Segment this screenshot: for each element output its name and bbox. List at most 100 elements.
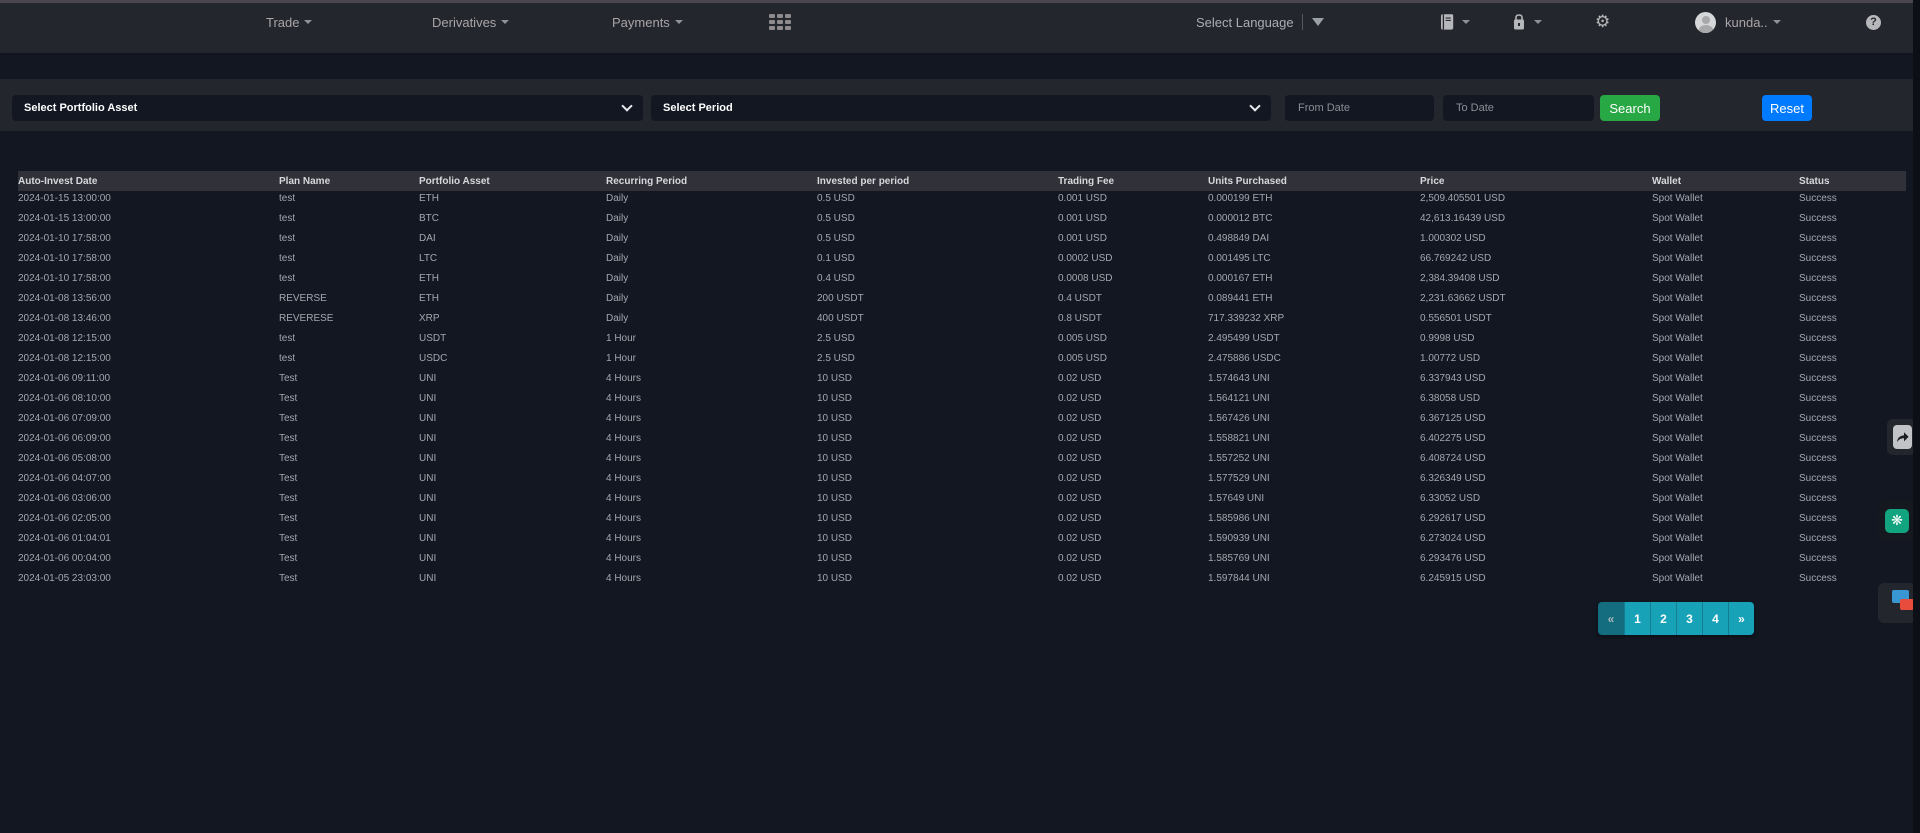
table-cell: 2024-01-06 01:04:01: [18, 531, 279, 545]
scrollbar[interactable]: [1913, 0, 1920, 833]
table-cell: UNI: [419, 371, 606, 385]
table-cell: LTC: [419, 251, 606, 265]
nav-derivatives[interactable]: Derivatives: [432, 3, 509, 41]
apps-grid-button[interactable]: [769, 3, 791, 41]
table-cell: 2024-01-06 09:11:00: [18, 371, 279, 385]
table-cell: 0.0002 USD: [1058, 251, 1208, 265]
table-cell: 2024-01-06 06:09:00: [18, 431, 279, 445]
divider: [1302, 14, 1303, 30]
table-cell: Test: [279, 431, 419, 445]
table-cell: test: [279, 211, 419, 225]
table-cell: 0.005 USD: [1058, 351, 1208, 365]
table-row: 2024-01-06 02:05:00TestUNI4 Hours10 USD0…: [18, 511, 1906, 531]
table-cell: Spot Wallet: [1652, 391, 1799, 405]
page-1-button[interactable]: 1: [1624, 602, 1650, 635]
wallet-menu[interactable]: [1509, 3, 1542, 41]
table-cell: Spot Wallet: [1652, 471, 1799, 485]
table-cell: 1.558821 UNI: [1208, 431, 1420, 445]
reset-button[interactable]: Reset: [1762, 95, 1812, 121]
table-cell: UNI: [419, 451, 606, 465]
search-button[interactable]: Search: [1600, 95, 1660, 121]
table-cell: 0.5 USD: [817, 191, 1058, 205]
portfolio-asset-select[interactable]: Select Portfolio Asset: [12, 95, 643, 121]
nav-derivatives-label: Derivatives: [432, 15, 496, 30]
table-cell: Success: [1799, 251, 1906, 265]
settings-button[interactable]: ⚙: [1595, 3, 1610, 41]
table-cell: 2024-01-06 04:07:00: [18, 471, 279, 485]
table-cell: 4 Hours: [606, 411, 817, 425]
table-row: 2024-01-06 03:06:00TestUNI4 Hours10 USD0…: [18, 491, 1906, 511]
user-menu[interactable]: kunda..: [1695, 3, 1781, 41]
nav-payments[interactable]: Payments: [612, 3, 683, 41]
table-cell: Spot Wallet: [1652, 371, 1799, 385]
table-cell: 4 Hours: [606, 511, 817, 525]
language-label: Select Language: [1196, 15, 1294, 30]
table-cell: XRP: [419, 311, 606, 325]
table-cell: 6.326349 USD: [1420, 471, 1652, 485]
table-cell: ETH: [419, 291, 606, 305]
page-3-button[interactable]: 3: [1676, 602, 1702, 635]
auto-invest-table: Auto-Invest DatePlan NamePortfolio Asset…: [18, 171, 1906, 591]
nav-trade[interactable]: Trade: [266, 3, 312, 41]
page-prev-button[interactable]: «: [1598, 602, 1624, 635]
table-cell: 1.590939 UNI: [1208, 531, 1420, 545]
table-cell: UNI: [419, 571, 606, 585]
table-cell: 2024-01-08 12:15:00: [18, 331, 279, 345]
column-header: Price: [1420, 176, 1652, 187]
period-select-value: Select Period: [663, 102, 733, 114]
table-cell: 400 USDT: [817, 311, 1058, 325]
table-cell: test: [279, 351, 419, 365]
assistant-widget[interactable]: ❋: [1878, 501, 1916, 541]
table-cell: Test: [279, 391, 419, 405]
table-cell: 0.000167 ETH: [1208, 271, 1420, 285]
table-cell: 1.585769 UNI: [1208, 551, 1420, 565]
table-cell: Success: [1799, 191, 1906, 205]
table-cell: Spot Wallet: [1652, 551, 1799, 565]
column-header: Invested per period: [817, 176, 1058, 187]
table-cell: 2024-01-06 08:10:00: [18, 391, 279, 405]
table-cell: REVERSE: [279, 291, 419, 305]
table-cell: ETH: [419, 271, 606, 285]
from-date-input[interactable]: From Date: [1285, 95, 1434, 121]
page-4-button[interactable]: 4: [1702, 602, 1728, 635]
table-cell: Spot Wallet: [1652, 511, 1799, 525]
table-cell: 6.293476 USD: [1420, 551, 1652, 565]
table-cell: Spot Wallet: [1652, 491, 1799, 505]
gear-icon: ⚙: [1595, 12, 1610, 32]
period-select[interactable]: Select Period: [651, 95, 1271, 121]
table-cell: Success: [1799, 291, 1906, 305]
table-cell: 0.556501 USDT: [1420, 311, 1652, 325]
page-next-button[interactable]: »: [1728, 602, 1754, 635]
search-button-label: Search: [1609, 101, 1650, 116]
table-row: 2024-01-06 00:04:00TestUNI4 Hours10 USD0…: [18, 551, 1906, 571]
table-cell: 4 Hours: [606, 431, 817, 445]
table-cell: Test: [279, 411, 419, 425]
table-cell: ETH: [419, 191, 606, 205]
table-cell: 6.408724 USD: [1420, 451, 1652, 465]
table-row: 2024-01-05 23:03:00TestUNI4 Hours10 USD0…: [18, 571, 1906, 591]
table-cell: 10 USD: [817, 451, 1058, 465]
share-widget[interactable]: [1887, 419, 1916, 455]
help-button[interactable]: ?: [1866, 3, 1881, 41]
table-cell: 0.02 USD: [1058, 411, 1208, 425]
table-cell: 6.33052 USD: [1420, 491, 1652, 505]
language-selector[interactable]: Select Language: [1196, 3, 1324, 41]
table-cell: 4 Hours: [606, 391, 817, 405]
filter-bar: Select Portfolio Asset Select Period Fro…: [0, 79, 1914, 131]
share-icon: [1893, 425, 1912, 449]
top-navbar: Trade Derivatives Payments Select Langua…: [0, 0, 1914, 55]
table-cell: 6.273024 USD: [1420, 531, 1652, 545]
orders-menu[interactable]: [1437, 3, 1470, 41]
page-2-button[interactable]: 2: [1650, 602, 1676, 635]
table-cell: Spot Wallet: [1652, 531, 1799, 545]
table-cell: test: [279, 271, 419, 285]
chevron-down-icon: [1773, 20, 1781, 24]
table-cell: 0.02 USD: [1058, 531, 1208, 545]
chat-widget[interactable]: [1878, 583, 1916, 623]
to-date-input[interactable]: To Date: [1443, 95, 1594, 121]
table-cell: 2024-01-08 12:15:00: [18, 351, 279, 365]
table-body: 2024-01-15 13:00:00testETHDaily0.5 USD0.…: [18, 191, 1906, 591]
table-cell: 2024-01-10 17:58:00: [18, 271, 279, 285]
table-cell: 10 USD: [817, 531, 1058, 545]
table-cell: 1.564121 UNI: [1208, 391, 1420, 405]
